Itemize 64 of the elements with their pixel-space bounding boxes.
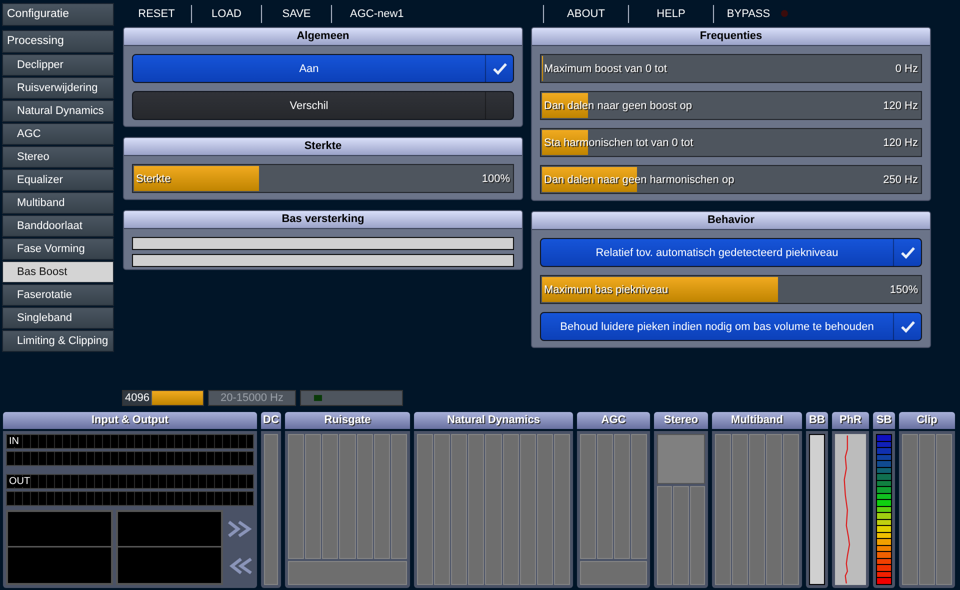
slider-label: Maximum bas piekniveau	[544, 284, 668, 296]
slider-value: 0 Hz	[895, 62, 918, 74]
module-title: DC	[261, 412, 281, 429]
sidebar-item[interactable]: Declipper	[2, 54, 114, 76]
module-title: BB	[806, 412, 828, 429]
module-title: Ruisgate	[285, 412, 410, 429]
module-title: Stereo	[654, 412, 708, 429]
slider-value: 250 Hz	[883, 174, 918, 186]
toolbar-button[interactable]: RESET	[122, 4, 192, 22]
sidebar-item[interactable]: Fase Vorming	[2, 238, 114, 260]
toggle-button[interactable]: Behoud luidere pieken indien nodig om bas volume te behouden	[540, 312, 922, 341]
slider[interactable]: Sterkte 100%	[132, 164, 514, 193]
stereo-display	[657, 434, 705, 484]
module-title: SB	[873, 412, 895, 429]
slider-label: Sterkte	[136, 172, 171, 184]
sidebar-item[interactable]: Stereo	[2, 146, 114, 168]
double-chevron-right-icon[interactable]	[227, 518, 253, 539]
toggle-button[interactable]: Verschil	[132, 91, 514, 120]
sidebar-item[interactable]: AGC	[2, 123, 114, 145]
sidebar-item[interactable]: Equalizer	[2, 169, 114, 191]
sidebar-item[interactable]: Processing	[2, 30, 114, 53]
module-title: AGC	[577, 412, 650, 429]
panel-title: Frequenties	[532, 28, 930, 46]
meter-label: IN	[7, 436, 19, 447]
module-title: PhR	[832, 412, 869, 429]
panel-title: Algemeen	[124, 28, 522, 46]
sidebar-item[interactable]: Configuratie	[2, 3, 114, 26]
preset-name: AGC-new1	[350, 8, 404, 20]
toggle-button[interactable]: Relatief tov. automatisch gedetecteerd piekniveau	[540, 238, 922, 267]
meter-strip	[580, 561, 647, 585]
slider-value: 120 Hz	[883, 100, 918, 112]
panel-title: Bas versterking	[124, 211, 522, 229]
module-title: Multiband	[712, 412, 802, 429]
band-range: 20-15000 Hz	[208, 390, 296, 406]
sidebar-item[interactable]: Limiting & Clipping	[2, 330, 114, 352]
toolbar-button[interactable]: LOAD	[192, 4, 262, 22]
module-title: Natural Dynamics	[414, 412, 573, 429]
check-icon	[900, 320, 914, 332]
sidebar-item[interactable]: Banddoorlaat	[2, 215, 114, 237]
toolbar-button[interactable]: ABOUT	[543, 4, 628, 22]
slider-value: 120 Hz	[883, 136, 918, 148]
meter-label: OUT	[7, 476, 30, 487]
check-icon	[900, 246, 914, 258]
sidebar-item[interactable]: Singleband	[2, 307, 114, 329]
sidebar-item[interactable]: Ruisverwijdering	[2, 77, 114, 99]
sidebar-item[interactable]: Multiband	[2, 192, 114, 214]
sidebar-item[interactable]: Faserotatie	[2, 284, 114, 306]
toggle-button[interactable]: Aan	[132, 54, 514, 83]
sidebar-item[interactable]: Bas Boost	[2, 261, 114, 283]
slider[interactable]: Maximum boost van 0 tot 0 Hz	[540, 54, 922, 83]
check-icon	[492, 62, 506, 74]
slider-label: Maximum boost van 0 tot	[544, 62, 667, 74]
panel-title: Behavior	[532, 212, 930, 230]
module-title: Clip	[899, 412, 955, 429]
panel-title: Sterkte	[124, 138, 522, 156]
slider-value: 100%	[482, 172, 510, 184]
sidebar-item[interactable]: Natural Dynamics	[2, 100, 114, 122]
slider[interactable]: Maximum bas piekniveau 150%	[540, 275, 922, 304]
module-title: Input & Output	[3, 412, 257, 429]
toolbar-button[interactable]: SAVE	[262, 4, 332, 22]
slider-value: 150%	[890, 284, 918, 296]
buffer-size: 4096	[123, 391, 152, 405]
double-chevron-left-icon[interactable]	[227, 556, 253, 576]
toolbar-button[interactable]: HELP	[628, 4, 713, 22]
